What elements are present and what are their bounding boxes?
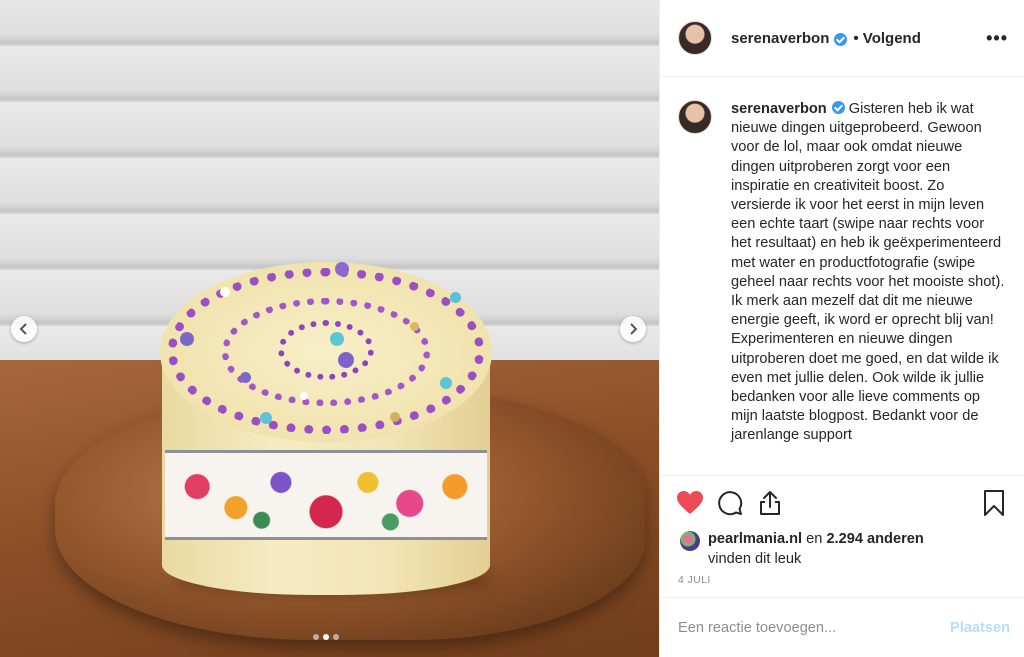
cake-top bbox=[160, 262, 492, 442]
comment-icon bbox=[718, 491, 743, 516]
carousel-prev-button[interactable] bbox=[11, 316, 37, 342]
like-button[interactable] bbox=[676, 489, 704, 517]
cake-flower-band bbox=[165, 450, 487, 540]
more-options-icon[interactable]: ••• bbox=[986, 28, 1008, 49]
carousel-next-button[interactable] bbox=[620, 316, 646, 342]
save-button[interactable] bbox=[980, 489, 1008, 517]
carousel-indicator bbox=[313, 634, 339, 640]
comment-button[interactable] bbox=[716, 489, 744, 517]
avatar[interactable] bbox=[678, 21, 712, 55]
verified-badge-icon bbox=[834, 32, 848, 46]
comment-input[interactable] bbox=[678, 619, 950, 636]
post-photo[interactable] bbox=[0, 0, 659, 657]
likes-connector: en bbox=[802, 531, 827, 547]
verified-badge-icon bbox=[831, 101, 845, 114]
likes-text: pearlmania.nl en 2.294 anderen vinden di… bbox=[708, 530, 924, 569]
carousel-dot-active bbox=[323, 634, 329, 640]
likes-summary: pearlmania.nl en 2.294 anderen vinden di… bbox=[676, 530, 1008, 569]
chevron-left-icon bbox=[19, 323, 27, 335]
bookmark-icon bbox=[984, 490, 1004, 516]
share-button[interactable] bbox=[756, 489, 784, 517]
post-side-panel: serenaverbon • Volgend ••• serenaverbon G… bbox=[659, 0, 1024, 657]
follow-status-button[interactable]: • Volgend bbox=[853, 30, 920, 47]
action-icon-row bbox=[676, 488, 1008, 518]
caption-area: serenaverbon Gisteren heb ik wat nieuwe d… bbox=[660, 78, 1024, 474]
caption-text-block: serenaverbon Gisteren heb ik wat nieuwe d… bbox=[731, 100, 1007, 474]
likes-count[interactable]: 2.294 anderen bbox=[826, 531, 923, 547]
post-comment-button[interactable]: Plaatsen bbox=[950, 620, 1010, 636]
share-icon bbox=[760, 491, 780, 515]
heart-icon bbox=[677, 491, 703, 514]
post-actions: pearlmania.nl en 2.294 anderen vinden di… bbox=[660, 475, 1024, 595]
carousel-dot bbox=[333, 634, 339, 640]
post-header: serenaverbon • Volgend ••• bbox=[660, 0, 1024, 77]
liker-avatar[interactable] bbox=[680, 531, 700, 551]
likes-suffix: vinden dit leuk bbox=[708, 550, 802, 567]
add-comment-bar: Plaatsen bbox=[660, 597, 1024, 657]
header-username[interactable]: serenaverbon bbox=[731, 30, 829, 47]
chevron-right-icon bbox=[630, 323, 638, 335]
post-date[interactable]: 4 JULI bbox=[678, 574, 1008, 586]
caption-avatar[interactable] bbox=[678, 100, 712, 134]
carousel-dot bbox=[313, 634, 319, 640]
caption-username[interactable]: serenaverbon bbox=[731, 101, 827, 117]
caption-text: Gisteren heb ik wat nieuwe dingen uitgep… bbox=[731, 101, 1005, 444]
liker-username[interactable]: pearlmania.nl bbox=[708, 531, 802, 547]
